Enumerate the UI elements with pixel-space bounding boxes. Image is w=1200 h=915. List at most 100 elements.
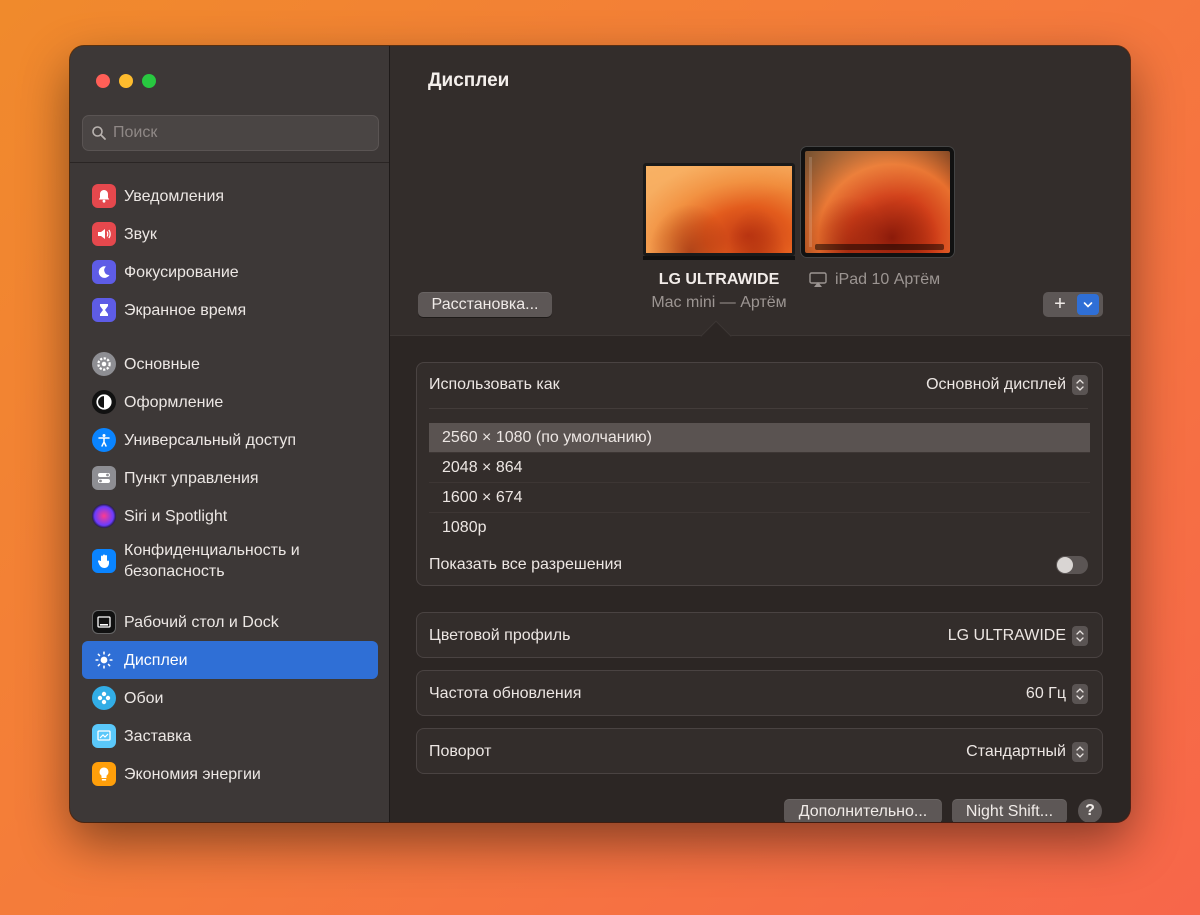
resolution-option[interactable]: 1080p xyxy=(429,513,1090,543)
use-as-popup[interactable]: Основной дисплей xyxy=(926,375,1088,395)
flower-icon xyxy=(92,686,116,710)
sidebar-list: Уведомления Звук Фокусирование Экранное … xyxy=(82,177,378,793)
search-icon xyxy=(92,126,106,140)
hand-icon xyxy=(92,549,116,573)
advanced-button[interactable]: Дополнительно... xyxy=(784,799,942,822)
sidebar-item-label: Конфиденциальность и безопасность xyxy=(124,542,300,580)
sidebar-item-label: Siri и Spotlight xyxy=(124,507,228,525)
use-as-value: Основной дисплей xyxy=(926,376,1066,393)
sidebar: Уведомления Звук Фокусирование Экранное … xyxy=(70,46,390,822)
display-thumbnail-lg[interactable] xyxy=(643,163,795,256)
resolution-option[interactable]: 1600 × 674 xyxy=(429,483,1090,513)
refresh-rate-popup[interactable]: 60 Гц xyxy=(1026,684,1088,704)
ipad-sidebar-strip xyxy=(809,157,812,247)
sidebar-item-label: Рабочий стол и Dock xyxy=(124,613,279,631)
rotation-label: Поворот xyxy=(429,743,492,760)
resolution-panel: Использовать как Основной дисплей 2560 ×… xyxy=(416,362,1103,586)
bell-icon xyxy=(92,184,116,208)
add-display-control[interactable]: + xyxy=(1043,292,1103,317)
color-profile-label: Цветовой профиль xyxy=(429,627,571,644)
arrange-button[interactable]: Расстановка... xyxy=(418,292,552,317)
moon-icon xyxy=(92,260,116,284)
show-all-toggle[interactable] xyxy=(1056,556,1088,574)
display-thumbnail-ipad[interactable] xyxy=(801,147,954,257)
color-profile-popup[interactable]: LG ULTRAWIDE xyxy=(948,626,1088,646)
color-profile-value: LG ULTRAWIDE xyxy=(947,627,1066,644)
sun-icon xyxy=(92,648,116,672)
rotation-value: Стандартный xyxy=(966,743,1066,760)
toggles-icon xyxy=(92,466,116,490)
search-input[interactable] xyxy=(113,124,363,142)
show-all-row: Показать все разрешения xyxy=(429,553,1088,577)
sidebar-item-label: Заставка xyxy=(124,727,192,745)
updown-arrows-icon xyxy=(1072,375,1088,395)
sidebar-item-screensaver[interactable]: Заставка xyxy=(82,717,378,755)
sidebar-item-label: Экономия энергии xyxy=(124,765,261,783)
updown-arrows-icon xyxy=(1072,742,1088,762)
sidebar-item-notifications[interactable]: Уведомления xyxy=(82,177,378,215)
sidebar-item-accessibility[interactable]: Универсальный доступ xyxy=(82,421,378,459)
rotation-row: Поворот Стандартный xyxy=(429,740,1088,764)
hourglass-icon xyxy=(92,298,116,322)
display-stand xyxy=(643,256,795,260)
resolution-option[interactable]: 2560 × 1080 (по умолчанию) xyxy=(429,423,1090,453)
ipad-display-name: iPad 10 Артём xyxy=(835,271,941,288)
night-shift-button[interactable]: Night Shift... xyxy=(952,799,1067,822)
use-as-label: Использовать как xyxy=(429,376,560,393)
sidebar-item-siri[interactable]: Siri и Spotlight xyxy=(82,497,378,535)
main-content: Дисплеи LG ULTRAWIDE Mac mini — Артём iP… xyxy=(390,46,1130,822)
sidebar-item-control-center[interactable]: Пункт управления xyxy=(82,459,378,497)
help-button[interactable]: ? xyxy=(1078,799,1102,822)
primary-display-subtitle: Mac mini — Артём xyxy=(651,294,787,311)
chevron-down-icon[interactable] xyxy=(1077,294,1099,315)
sidebar-item-label: Обои xyxy=(124,689,164,707)
resolution-option[interactable]: 2048 × 864 xyxy=(429,453,1090,483)
refresh-rate-label: Частота обновления xyxy=(429,685,582,702)
sidebar-item-label: Универсальный доступ xyxy=(124,431,297,449)
sidebar-item-wallpaper[interactable]: Обои xyxy=(82,679,378,717)
updown-arrows-icon xyxy=(1072,626,1088,646)
gear-icon xyxy=(92,352,116,376)
primary-display-name: LG ULTRAWIDE xyxy=(658,271,780,288)
show-all-label: Показать все разрешения xyxy=(429,556,623,573)
refresh-rate-row: Частота обновления 60 Гц xyxy=(429,682,1088,706)
refresh-rate-value: 60 Гц xyxy=(1025,685,1066,702)
add-display-button[interactable]: + xyxy=(1043,293,1077,316)
sidebar-item-sound[interactable]: Звук xyxy=(82,215,378,253)
sidebar-item-label: Экранное время xyxy=(124,301,247,319)
sidebar-item-label: Дисплеи xyxy=(124,651,188,669)
ipad-display-label[interactable]: iPad 10 Артём xyxy=(809,271,940,289)
sidebar-item-appearance[interactable]: Оформление xyxy=(82,383,378,421)
search-field[interactable] xyxy=(82,115,379,151)
sidebar-item-label: Основные xyxy=(124,355,200,373)
zoom-button[interactable] xyxy=(142,74,156,88)
siri-icon xyxy=(92,504,116,528)
sidebar-item-desktop-dock[interactable]: Рабочий стол и Dock xyxy=(82,603,378,641)
sidebar-item-displays[interactable]: Дисплеи xyxy=(82,641,378,679)
minimize-button[interactable] xyxy=(119,74,133,88)
resolution-list: 2560 × 1080 (по умолчанию) 2048 × 864 16… xyxy=(429,423,1090,543)
screensaver-icon xyxy=(92,724,116,748)
sidebar-item-general[interactable]: Основные xyxy=(82,345,378,383)
sidebar-item-label: Фокусирование xyxy=(124,263,239,281)
color-profile-panel: Цветовой профиль LG ULTRAWIDE xyxy=(416,612,1103,658)
rotation-popup[interactable]: Стандартный xyxy=(966,742,1088,762)
refresh-rate-panel: Частота обновления 60 Гц xyxy=(416,670,1103,716)
sidebar-item-focus[interactable]: Фокусирование xyxy=(82,253,378,291)
use-as-row: Использовать как Основной дисплей xyxy=(429,373,1088,397)
sidebar-item-label: Пункт управления xyxy=(124,469,259,487)
sidebar-item-energy-saver[interactable]: Экономия энергии xyxy=(82,755,378,793)
speaker-icon xyxy=(92,222,116,246)
dock-icon xyxy=(92,610,116,634)
divider xyxy=(429,408,1088,409)
close-button[interactable] xyxy=(96,74,110,88)
airplay-icon xyxy=(809,272,827,287)
sidebar-item-label: Оформление xyxy=(124,393,224,411)
color-profile-row: Цветовой профиль LG ULTRAWIDE xyxy=(429,624,1088,648)
settings-window: Уведомления Звук Фокусирование Экранное … xyxy=(70,46,1130,822)
sidebar-item-privacy[interactable]: Конфиденциальность и безопасность xyxy=(82,535,378,587)
sidebar-item-screen-time[interactable]: Экранное время xyxy=(82,291,378,329)
accessibility-icon xyxy=(92,428,116,452)
updown-arrows-icon xyxy=(1072,684,1088,704)
traffic-lights xyxy=(96,74,156,88)
